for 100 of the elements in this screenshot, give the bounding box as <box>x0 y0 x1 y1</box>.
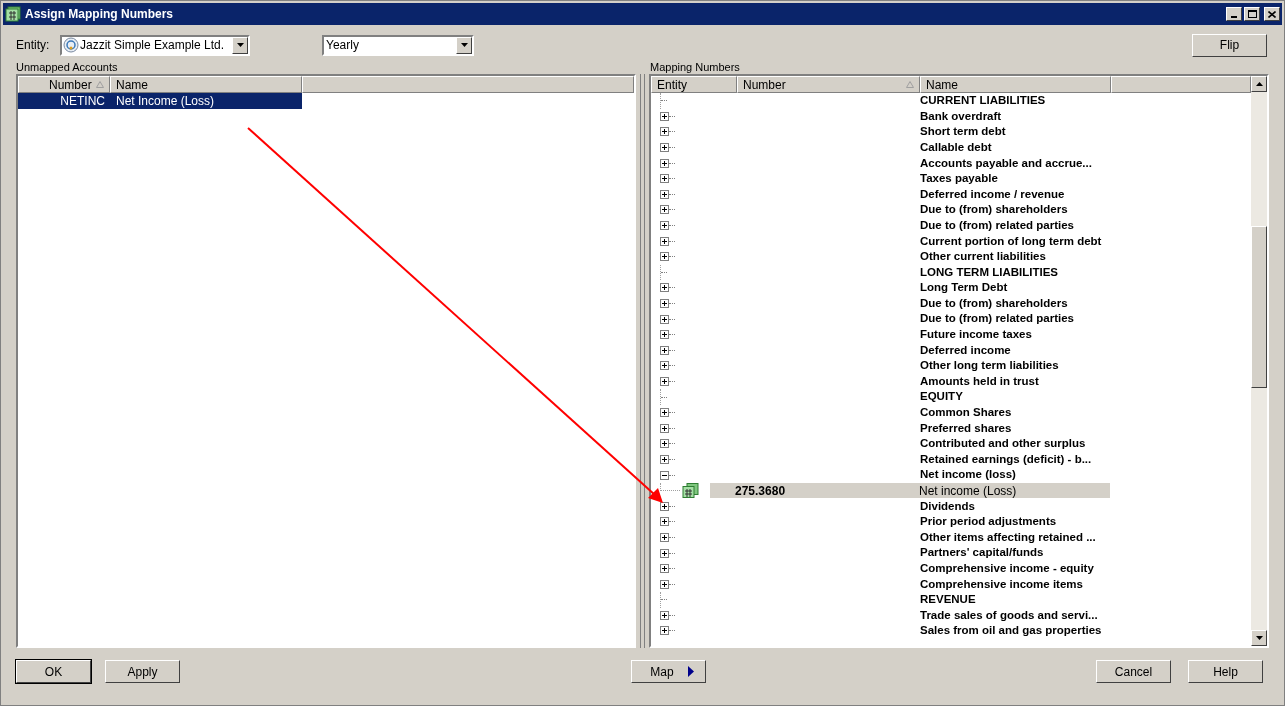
group-name[interactable]: Future income taxes <box>920 326 1032 344</box>
expand-icon[interactable] <box>660 205 669 215</box>
column-header[interactable]: Number <box>737 76 920 93</box>
dialog-button[interactable]: Cancel <box>1096 660 1171 683</box>
expand-icon[interactable] <box>660 361 669 371</box>
expand-icon[interactable] <box>660 579 669 589</box>
column-header[interactable]: Name <box>110 76 302 93</box>
collapse-icon[interactable] <box>660 470 669 480</box>
entity-label: Entity: <box>16 37 51 54</box>
group-name[interactable]: Current portion of long term debt <box>920 232 1102 250</box>
period-value: Yearly <box>326 37 360 54</box>
account-row[interactable]: NETINC Net Income (Loss) <box>18 93 302 109</box>
group-name[interactable]: Bank overdraft <box>920 107 1002 125</box>
group-name[interactable]: Sales from oil and gas properties <box>920 622 1102 639</box>
group-name[interactable]: Comprehensive income items <box>920 575 1083 593</box>
section-heading: LONG TERM LIABILITIES <box>920 264 1058 280</box>
up-arrow-icon <box>1255 82 1263 86</box>
entity-dropdown[interactable]: Jazzit Simple Example Ltd. <box>60 34 250 56</box>
dialog-button[interactable]: OK <box>16 660 91 683</box>
maximize-button[interactable] <box>1244 7 1260 21</box>
group-name[interactable]: Accounts payable and accrue... <box>920 154 1092 172</box>
scroll-up-button[interactable] <box>1251 76 1267 92</box>
dialog-button[interactable]: Apply <box>105 660 180 683</box>
expand-icon[interactable] <box>660 548 669 558</box>
period-dropdown[interactable]: Yearly <box>322 34 474 56</box>
column-header[interactable]: Number <box>18 76 110 93</box>
group-name[interactable]: Trade sales of goods and servi... <box>920 606 1098 624</box>
group-name[interactable]: Long Term Debt <box>920 279 1008 297</box>
group-name[interactable]: Due to (from) related parties <box>920 216 1074 235</box>
sort-icon <box>96 81 104 88</box>
expand-icon[interactable] <box>660 252 669 262</box>
expand-icon[interactable] <box>660 221 669 231</box>
dropdown-arrow-button[interactable] <box>456 36 472 54</box>
panel-title: Mapping Numbers <box>650 60 740 75</box>
dialog-button[interactable]: Help <box>1188 660 1263 683</box>
close-button[interactable] <box>1264 7 1280 21</box>
column-header[interactable]: Name <box>920 76 1111 93</box>
group-name[interactable]: Due to (from) shareholders <box>920 294 1068 313</box>
column-header[interactable]: Entity <box>651 76 737 93</box>
group-name[interactable]: Due to (from) shareholders <box>920 201 1068 219</box>
hash-icon <box>682 483 699 499</box>
group-name[interactable]: Deferred income / revenue <box>920 185 1065 203</box>
expand-icon[interactable] <box>660 517 669 527</box>
sort-icon <box>906 81 914 88</box>
group-name[interactable]: Prior period adjustments <box>920 513 1057 531</box>
group-name[interactable]: Net income (loss) <box>920 466 1016 484</box>
section-heading: CURRENT LIABILITIES <box>920 93 1046 109</box>
group-name[interactable]: Taxes payable <box>920 170 998 188</box>
group-name[interactable]: Comprehensive income - equity <box>920 560 1094 578</box>
scrollbar[interactable] <box>1251 76 1267 646</box>
dropdown-arrow-button[interactable] <box>232 36 248 54</box>
group-name[interactable]: Other items affecting retained ... <box>920 528 1096 547</box>
group-name[interactable]: Retained earnings (deficit) - b... <box>920 450 1092 469</box>
section-heading: REVENUE <box>920 592 976 608</box>
minimize-icon <box>1231 16 1237 18</box>
expand-icon[interactable] <box>660 127 669 137</box>
expand-icon[interactable] <box>660 345 669 355</box>
flip-button[interactable]: Flip <box>1192 33 1267 57</box>
maximize-icon <box>1247 10 1257 18</box>
expand-icon[interactable] <box>660 377 669 386</box>
down-arrow-icon <box>1255 636 1263 640</box>
expand-icon[interactable] <box>660 564 669 574</box>
expand-icon[interactable] <box>660 314 669 324</box>
expand-icon[interactable] <box>660 439 669 449</box>
group-name[interactable]: Preferred shares <box>920 419 1012 437</box>
expand-icon[interactable] <box>660 299 669 308</box>
group-name[interactable]: Amounts held in trust <box>920 372 1039 391</box>
group-name[interactable]: Contributed and other surplus <box>920 435 1086 453</box>
group-name[interactable]: Deferred income <box>920 341 1011 359</box>
expand-icon[interactable] <box>660 610 669 620</box>
mapped-account-row[interactable]: 275.3680 Net income (Loss) <box>710 482 1110 499</box>
expand-icon[interactable] <box>660 174 669 184</box>
close-icon <box>1268 10 1276 18</box>
group-name[interactable]: Dividends <box>920 497 975 515</box>
expand-icon[interactable] <box>660 408 669 418</box>
expand-icon[interactable] <box>660 283 669 293</box>
expand-icon[interactable] <box>660 236 669 246</box>
expand-icon[interactable] <box>660 501 669 511</box>
group-name[interactable]: Short term debt <box>920 123 1006 141</box>
app-icon <box>5 6 21 22</box>
expand-icon[interactable] <box>660 454 669 464</box>
expand-icon[interactable] <box>660 143 669 153</box>
expand-icon[interactable] <box>660 111 669 121</box>
scroll-thumb[interactable] <box>1251 226 1267 388</box>
caret-icon <box>236 43 244 47</box>
expand-icon[interactable] <box>660 532 669 542</box>
group-name[interactable]: Due to (from) related parties <box>920 310 1074 328</box>
minimize-button[interactable] <box>1226 7 1242 21</box>
expand-icon[interactable] <box>660 189 669 199</box>
expand-icon[interactable] <box>660 626 669 636</box>
group-name[interactable]: Other current liabilities <box>920 248 1046 266</box>
group-name[interactable]: Other long term liabilities <box>920 357 1059 375</box>
group-name[interactable]: Partners' capital/funds <box>920 544 1044 562</box>
expand-icon[interactable] <box>660 158 669 168</box>
group-name[interactable]: Callable debt <box>920 138 992 157</box>
group-name[interactable]: Common Shares <box>920 404 1012 422</box>
map-button[interactable]: Map <box>630 660 706 683</box>
scroll-down-button[interactable] <box>1251 630 1267 646</box>
expand-icon[interactable] <box>660 423 669 433</box>
expand-icon[interactable] <box>660 330 669 340</box>
